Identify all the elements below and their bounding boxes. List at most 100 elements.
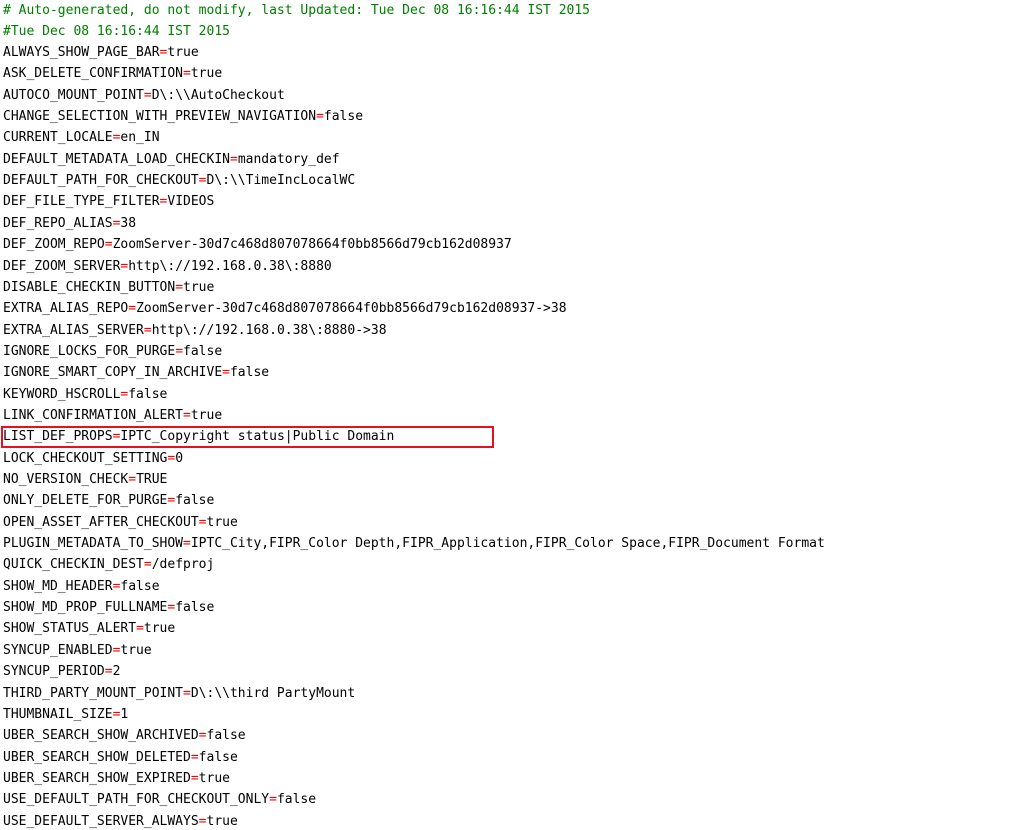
property-separator: = (198, 173, 207, 188)
property-line[interactable]: SHOW_STATUS_ALERT=true (3, 618, 175, 639)
property-line[interactable]: OPEN_ASSET_AFTER_CHECKOUT=true (3, 512, 238, 533)
property-key: SHOW_MD_PROP_FULLNAME (3, 600, 168, 615)
property-separator: = (229, 152, 238, 167)
property-value: false (183, 344, 223, 359)
property-value: 38 (120, 216, 137, 231)
property-line[interactable]: ONLY_DELETE_FOR_PURGE=false (3, 490, 214, 511)
property-line[interactable]: ALWAYS_SHOW_PAGE_BAR=true (3, 42, 199, 63)
property-value: false (276, 792, 317, 807)
property-line[interactable]: LOCK_CHECKOUT_SETTING=0 (3, 448, 183, 469)
property-line[interactable]: THUMBNAIL_SIZE=1 (3, 704, 128, 725)
property-line[interactable]: QUICK_CHECKIN_DEST=/defproj (3, 554, 214, 575)
property-line[interactable]: USE_DEFAULT_PATH_FOR_CHECKOUT_ONLY=false (3, 789, 316, 810)
property-key: DEFAULT_PATH_FOR_CHECKOUT (3, 173, 199, 188)
property-key: NO_VERSION_CHECK (3, 472, 129, 487)
property-separator: = (183, 536, 191, 551)
property-line[interactable]: DEFAULT_PATH_FOR_CHECKOUT=D\:\\TimeIncLo… (3, 170, 355, 191)
property-separator: = (128, 472, 137, 487)
property-separator: = (143, 323, 152, 338)
property-key: CHANGE_SELECTION_WITH_PREVIEW_NAVIGATION (3, 109, 317, 124)
property-value: false (206, 728, 246, 743)
property-line[interactable]: USE_DEFAULT_SERVER_ALWAYS=true (3, 811, 238, 830)
property-separator: = (269, 792, 277, 807)
property-separator: = (104, 237, 113, 252)
property-value: true (120, 643, 152, 658)
property-key: LINK_CONFIRMATION_ALERT (3, 408, 184, 423)
property-key: IGNORE_LOCKS_FOR_PURGE (3, 344, 176, 359)
property-value: true (190, 66, 223, 81)
property-value: true (198, 771, 230, 786)
property-value: D\:\\TimeIncLocalWC (206, 173, 356, 188)
property-key: USE_DEFAULT_SERVER_ALWAYS (3, 814, 199, 829)
property-value: TRUE (136, 472, 168, 487)
property-key: AUTOCO_MOUNT_POINT (3, 88, 144, 103)
property-line[interactable]: CURRENT_LOCALE=en_IN (3, 127, 160, 148)
property-key: ALWAYS_SHOW_PAGE_BAR (3, 45, 160, 60)
property-line[interactable]: IGNORE_LOCKS_FOR_PURGE=false (3, 341, 222, 362)
property-key: THIRD_PARTY_MOUNT_POINT (3, 686, 184, 701)
property-line[interactable]: EXTRA_ALIAS_SERVER=http\://192.168.0.38\… (3, 320, 387, 341)
property-line[interactable]: PLUGIN_METADATA_TO_SHOW=IPTC_City,FIPR_C… (3, 533, 825, 554)
property-value: ZoomServer-30d7c468d807078664f0bb8566d79… (112, 237, 512, 252)
property-key: SYNCUP_ENABLED (3, 643, 113, 658)
property-value: false (198, 750, 238, 765)
property-line[interactable]: THIRD_PARTY_MOUNT_POINT=D\:\\third Party… (3, 683, 355, 704)
property-line[interactable]: ASK_DELETE_CONFIRMATION=true (3, 63, 222, 84)
property-line[interactable]: SYNCUP_ENABLED=true (3, 640, 152, 661)
property-separator: = (104, 664, 113, 679)
comment-line-header: # Auto-generated, do not modify, last Up… (3, 3, 590, 18)
property-value: true (206, 814, 238, 829)
property-line[interactable]: DEF_ZOOM_SERVER=http\://192.168.0.38\:88… (3, 256, 332, 277)
property-key: SHOW_MD_HEADER (3, 579, 113, 594)
property-value: 1 (120, 707, 129, 722)
property-separator: = (175, 344, 184, 359)
comment-line-timestamp: #Tue Dec 08 16:16:44 IST 2015 (3, 24, 230, 39)
property-key: DEFAULT_METADATA_LOAD_CHECKIN (3, 152, 230, 167)
property-line[interactable]: DISABLE_CHECKIN_BUTTON=true (3, 277, 214, 298)
property-value: true (143, 621, 176, 636)
property-line[interactable]: UBER_SEARCH_SHOW_ARCHIVED=false (3, 725, 246, 746)
property-line[interactable]: DEF_ZOOM_REPO=ZoomServer-30d7c468d807078… (3, 234, 512, 255)
property-line[interactable]: EXTRA_ALIAS_REPO=ZoomServer-30d7c468d807… (3, 298, 567, 319)
property-line[interactable]: LINK_CONFIRMATION_ALERT=true (3, 405, 222, 426)
property-key: EXTRA_ALIAS_REPO (3, 301, 129, 316)
property-key: DEF_ZOOM_REPO (3, 237, 105, 252)
property-line[interactable]: DEF_REPO_ALIAS=38 (3, 213, 136, 234)
property-value: false (128, 387, 168, 402)
property-key: UBER_SEARCH_SHOW_EXPIRED (3, 771, 191, 786)
property-line[interactable]: UBER_SEARCH_SHOW_EXPIRED=true (3, 768, 230, 789)
property-value: false (120, 579, 160, 594)
property-separator: = (143, 88, 152, 103)
property-value: 2 (112, 664, 121, 679)
property-value: false (175, 600, 215, 615)
property-line[interactable]: UBER_SEARCH_SHOW_DELETED=false (3, 747, 238, 768)
property-value: en_IN (120, 130, 160, 145)
property-separator: = (198, 728, 207, 743)
property-value: VIDEOS (167, 194, 215, 209)
property-separator: = (222, 365, 230, 380)
property-line[interactable]: CHANGE_SELECTION_WITH_PREVIEW_NAVIGATION… (3, 106, 363, 127)
property-line[interactable]: KEYWORD_HSCROLL=false (3, 384, 167, 405)
property-separator: = (198, 515, 207, 530)
property-key: PLUGIN_METADATA_TO_SHOW (3, 536, 184, 551)
text-editor[interactable]: # Auto-generated, do not modify, last Up… (0, 0, 1024, 830)
property-separator: = (190, 750, 199, 765)
property-separator: = (198, 814, 207, 829)
property-value: false (229, 365, 270, 380)
property-value: false (323, 109, 364, 124)
property-value: true (190, 408, 223, 423)
property-key: EXTRA_ALIAS_SERVER (3, 323, 144, 338)
property-value: /defproj (151, 557, 215, 572)
property-line[interactable]: DEF_FILE_TYPE_FILTER=VIDEOS (3, 191, 214, 212)
property-key: IGNORE_SMART_COPY_IN_ARCHIVE (3, 365, 223, 380)
property-key: CURRENT_LOCALE (3, 130, 113, 145)
property-value: false (175, 493, 215, 508)
property-line[interactable]: SHOW_MD_PROP_FULLNAME=false (3, 597, 214, 618)
property-line[interactable]: IGNORE_SMART_COPY_IN_ARCHIVE=false (3, 362, 269, 383)
property-line[interactable]: SHOW_MD_HEADER=false (3, 576, 160, 597)
property-line[interactable]: DEFAULT_METADATA_LOAD_CHECKIN=mandatory_… (3, 149, 340, 170)
property-line[interactable]: NO_VERSION_CHECK=TRUE (3, 469, 167, 490)
property-line[interactable]: SYNCUP_PERIOD=2 (3, 661, 120, 682)
property-line[interactable]: AUTOCO_MOUNT_POINT=D\:\\AutoCheckout (3, 85, 285, 106)
property-key: DEF_REPO_ALIAS (3, 216, 113, 231)
